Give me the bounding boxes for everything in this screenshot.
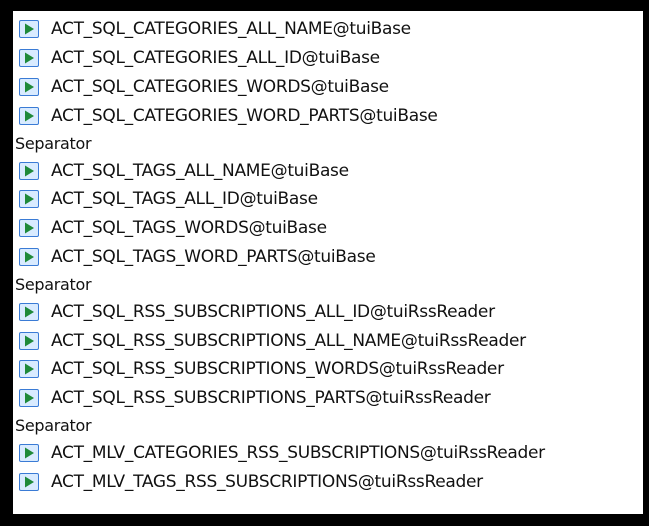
action-list-item[interactable]: ACT_SQL_RSS_SUBSCRIPTIONS_WORDS@tuiRssRe… [13,355,643,384]
separator-item[interactable]: Separator [13,271,643,297]
run-action-icon [19,161,39,180]
action-list-item[interactable]: ACT_SQL_TAGS_ALL_ID@tuiBase [13,185,643,214]
action-item-label: ACT_SQL_RSS_SUBSCRIPTIONS_PARTS@tuiRssRe… [51,388,491,409]
run-action-icon [19,443,39,462]
action-item-label: ACT_SQL_CATEGORIES_ALL_ID@tuiBase [51,48,380,69]
run-action-icon [19,331,39,350]
run-action-icon [19,360,39,379]
run-action-icon [19,49,39,68]
action-list-item[interactable]: ACT_SQL_CATEGORIES_WORD_PARTS@tuiBase [13,101,643,130]
separator-label: Separator [15,416,92,436]
action-list-item[interactable]: ACT_SQL_CATEGORIES_ALL_NAME@tuiBase [13,15,643,44]
action-item-label: ACT_SQL_RSS_SUBSCRIPTIONS_WORDS@tuiRssRe… [51,359,504,380]
action-item-label: ACT_SQL_CATEGORIES_ALL_NAME@tuiBase [51,19,411,40]
action-item-label: ACT_MLV_TAGS_RSS_SUBSCRIPTIONS@tuiRssRea… [51,471,483,492]
action-list-item[interactable]: ACT_SQL_TAGS_WORDS@tuiBase [13,214,643,243]
run-action-icon [19,389,39,408]
action-list: ACT_SQL_CATEGORIES_ALL_NAME@tuiBase ACT_… [13,11,643,496]
run-action-icon [19,247,39,266]
action-item-label: ACT_SQL_RSS_SUBSCRIPTIONS_ALL_ID@tuiRssR… [51,301,495,322]
run-action-icon [19,302,39,321]
action-list-item[interactable]: ACT_SQL_TAGS_ALL_NAME@tuiBase [13,156,643,185]
action-list-item[interactable]: ACT_SQL_CATEGORIES_WORDS@tuiBase [13,73,643,102]
action-list-item[interactable]: ACT_MLV_CATEGORIES_RSS_SUBSCRIPTIONS@tui… [13,439,643,468]
action-list-item[interactable]: ACT_SQL_TAGS_WORD_PARTS@tuiBase [13,243,643,272]
action-item-label: ACT_SQL_TAGS_ALL_ID@tuiBase [51,189,318,210]
action-item-label: ACT_SQL_RSS_SUBSCRIPTIONS_ALL_NAME@tuiRs… [51,330,526,351]
run-action-icon [19,77,39,96]
separator-item[interactable]: Separator [13,130,643,156]
action-item-label: ACT_MLV_CATEGORIES_RSS_SUBSCRIPTIONS@tui… [51,442,545,463]
run-action-icon [19,472,39,491]
action-item-label: ACT_SQL_TAGS_ALL_NAME@tuiBase [51,160,349,181]
separator-label: Separator [15,274,92,294]
run-action-icon [19,20,39,39]
action-item-label: ACT_SQL_TAGS_WORDS@tuiBase [51,218,327,239]
action-item-label: ACT_SQL_CATEGORIES_WORD_PARTS@tuiBase [51,105,438,126]
run-action-icon [19,219,39,238]
action-list-item[interactable]: ACT_SQL_RSS_SUBSCRIPTIONS_ALL_NAME@tuiRs… [13,326,643,355]
run-action-icon [19,190,39,209]
action-list-panel: ACT_SQL_CATEGORIES_ALL_NAME@tuiBase ACT_… [13,11,643,514]
action-item-label: ACT_SQL_CATEGORIES_WORDS@tuiBase [51,76,389,97]
action-list-item[interactable]: ACT_SQL_CATEGORIES_ALL_ID@tuiBase [13,44,643,73]
action-item-label: ACT_SQL_TAGS_WORD_PARTS@tuiBase [51,246,376,267]
action-list-item[interactable]: ACT_SQL_RSS_SUBSCRIPTIONS_ALL_ID@tuiRssR… [13,297,643,326]
separator-label: Separator [15,133,92,153]
action-list-item[interactable]: ACT_MLV_TAGS_RSS_SUBSCRIPTIONS@tuiRssRea… [13,467,643,496]
action-list-item[interactable]: ACT_SQL_RSS_SUBSCRIPTIONS_PARTS@tuiRssRe… [13,384,643,413]
separator-item[interactable]: Separator [13,413,643,439]
run-action-icon [19,106,39,125]
